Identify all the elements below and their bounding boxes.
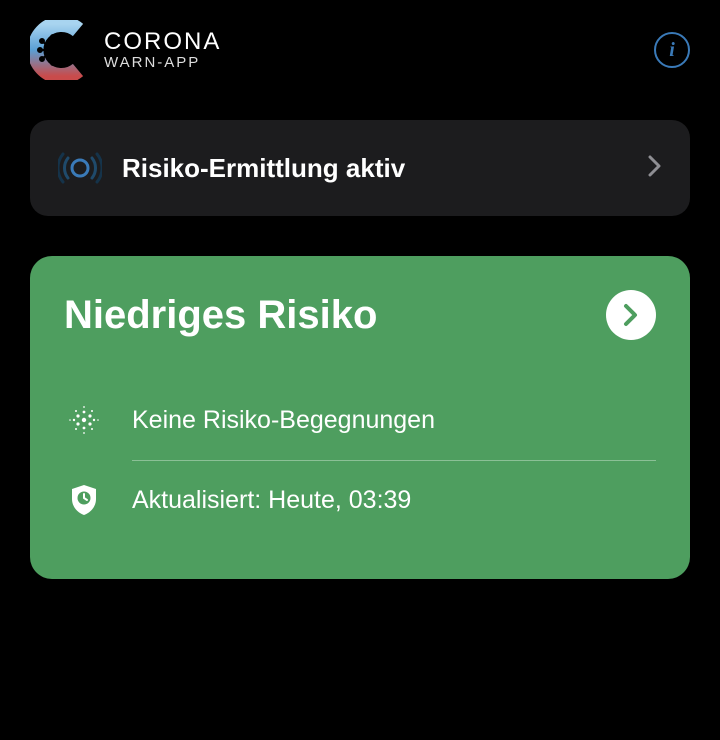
exposure-active-icon bbox=[58, 146, 102, 190]
brand-text: CORONA WARN-APP bbox=[104, 29, 221, 72]
virus-cluster-icon bbox=[64, 402, 104, 438]
risk-updated-label: Aktualisiert: Heute, 03:39 bbox=[132, 486, 411, 515]
risk-level-title: Niedriges Risiko bbox=[64, 293, 377, 338]
risk-encounters-row: Keine Risiko-Begegnungen bbox=[64, 380, 656, 460]
risk-encounters-label: Keine Risiko-Begegnungen bbox=[132, 406, 435, 435]
chevron-right-icon bbox=[623, 303, 639, 327]
risk-header: Niedriges Risiko bbox=[64, 290, 656, 340]
chevron-right-icon bbox=[648, 153, 662, 184]
main-content: Risiko-Ermittlung aktiv Niedriges Risiko bbox=[0, 90, 720, 609]
header: CORONA WARN-APP i bbox=[0, 0, 720, 90]
brand: CORONA WARN-APP bbox=[30, 20, 221, 80]
brand-subtitle: WARN-APP bbox=[104, 55, 221, 72]
brand-title: CORONA bbox=[104, 29, 221, 55]
risk-updated-row: Aktualisiert: Heute, 03:39 bbox=[64, 461, 656, 539]
shield-clock-icon bbox=[64, 483, 104, 517]
app-logo-icon bbox=[30, 20, 90, 80]
risk-level-card: Niedriges Risiko bbox=[30, 256, 690, 579]
risk-details-button[interactable] bbox=[606, 290, 656, 340]
info-icon[interactable]: i bbox=[654, 32, 690, 68]
exposure-status-label: Risiko-Ermittlung aktiv bbox=[122, 153, 628, 184]
exposure-status-card[interactable]: Risiko-Ermittlung aktiv bbox=[30, 120, 690, 216]
